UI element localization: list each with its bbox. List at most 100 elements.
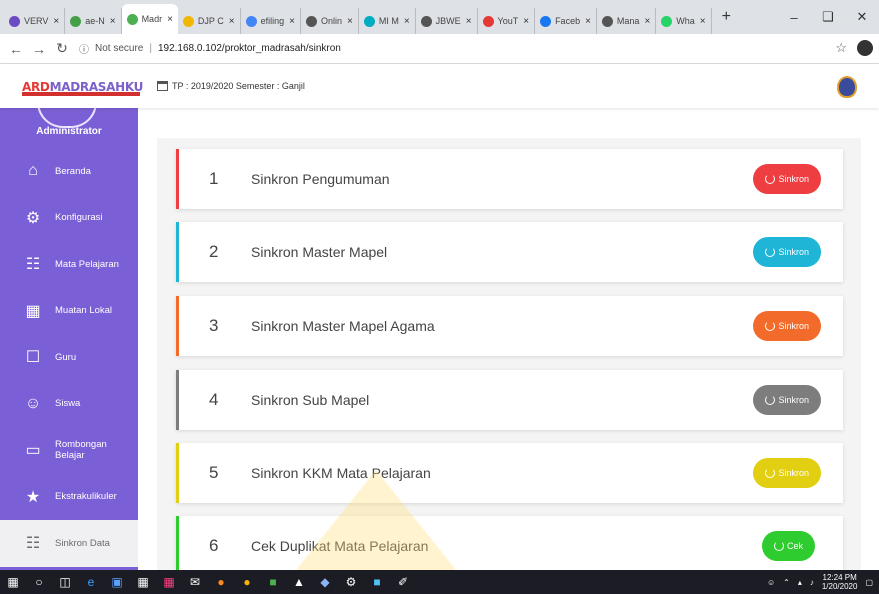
tab-close-icon[interactable]: × bbox=[404, 16, 410, 27]
favicon-icon bbox=[601, 15, 613, 27]
favicon-icon bbox=[420, 15, 432, 27]
sidebar-item[interactable]: ▦ Muatan Lokal bbox=[0, 288, 138, 335]
tab-close-icon[interactable]: × bbox=[289, 16, 295, 27]
sidebar-item[interactable]: ▭ Rombongan Belajar bbox=[0, 427, 138, 474]
browser-tab[interactable]: ae-N × bbox=[65, 8, 122, 34]
browser-tab[interactable]: DJP C × bbox=[178, 8, 241, 34]
restore-icon[interactable]: ❏ bbox=[811, 9, 845, 25]
network-icon[interactable]: ▴ bbox=[798, 578, 802, 587]
windows-start-icon[interactable]: ▦ bbox=[0, 570, 26, 594]
sync-button[interactable]: Sinkron bbox=[753, 385, 821, 415]
tray-chevron-icon[interactable]: ⌃ bbox=[783, 578, 790, 587]
notification-icon[interactable]: ▢ bbox=[865, 578, 873, 587]
favicon-icon bbox=[70, 15, 82, 27]
academic-year-info: TP : 2019/2020 Semester : Ganjil bbox=[157, 81, 305, 91]
bookmark-star-icon[interactable]: ☆ bbox=[835, 40, 847, 56]
browser-tab[interactable]: MI M × bbox=[359, 8, 416, 34]
browser-tab[interactable]: Mana × bbox=[597, 8, 657, 34]
app-logo[interactable]: ARDMADRASAHKU bbox=[22, 78, 143, 96]
browser-tab[interactable]: Onlin × bbox=[301, 8, 359, 34]
paint-app-icon[interactable]: ✐ bbox=[390, 570, 416, 594]
sync-button[interactable]: Sinkron bbox=[753, 458, 821, 488]
settings-gear-icon[interactable]: ⚙ bbox=[338, 570, 364, 594]
teacher-icon: ☐ bbox=[25, 349, 41, 367]
sync-item-title: Sinkron Master Mapel Agama bbox=[251, 318, 435, 334]
tab-close-icon[interactable]: × bbox=[466, 16, 472, 27]
sidebar-item[interactable]: ☷ Mata Pelajaran bbox=[0, 241, 138, 288]
store-icon[interactable]: ▦ bbox=[130, 570, 156, 594]
institution-emblem-icon[interactable] bbox=[837, 76, 857, 98]
task-view-icon[interactable]: ◫ bbox=[52, 570, 78, 594]
refresh-icon bbox=[765, 395, 776, 405]
media-app-icon[interactable]: ■ bbox=[364, 570, 390, 594]
sync-button[interactable]: Sinkron bbox=[753, 311, 821, 341]
photos-icon[interactable]: ▲ bbox=[286, 570, 312, 594]
browser-tab[interactable]: Wha × bbox=[656, 8, 712, 34]
browser-tab[interactable]: JBWE × bbox=[416, 8, 478, 34]
new-tab-button[interactable]: + bbox=[712, 8, 741, 26]
tab-close-icon[interactable]: × bbox=[110, 16, 116, 27]
sidebar-item-text: Siswa bbox=[55, 398, 81, 410]
mail-icon[interactable]: ✉ bbox=[182, 570, 208, 594]
browser-tab[interactable]: Madr × bbox=[121, 4, 178, 34]
sync-item: 5 Sinkron KKM Mata Pelajaran Sinkron bbox=[176, 443, 843, 503]
sidebar-item-label: Ekstrakulikuler bbox=[55, 491, 117, 502]
tab-close-icon[interactable]: × bbox=[523, 16, 529, 27]
minimize-icon[interactable]: – bbox=[777, 10, 811, 25]
app-header: ARDMADRASAHKU TP : 2019/2020 Semester : … bbox=[0, 64, 879, 108]
sidebar-item[interactable]: ☷ Sinkron Data bbox=[0, 520, 138, 567]
firefox-icon[interactable]: ● bbox=[208, 570, 234, 594]
sidebar-item-label: Sinkron Data bbox=[55, 538, 110, 549]
url-field[interactable]: ⓘ Not secure | 192.168.0.102/proktor_mad… bbox=[79, 41, 341, 56]
sidebar-item-label: Konfigurasi bbox=[55, 212, 103, 223]
desktop-icon[interactable]: ▣ bbox=[104, 570, 130, 594]
tab-close-icon[interactable]: × bbox=[229, 16, 235, 27]
notes-app-icon[interactable]: ■ bbox=[260, 570, 286, 594]
tab-close-icon[interactable]: × bbox=[167, 14, 173, 25]
sync-button[interactable]: Cek bbox=[761, 531, 815, 561]
tab-label: Madr bbox=[141, 14, 163, 24]
browser-tab[interactable]: YouT × bbox=[478, 8, 536, 34]
back-arrow-icon[interactable]: ← bbox=[9, 41, 23, 57]
shield-app-icon[interactable]: ◆ bbox=[312, 570, 338, 594]
forward-arrow-icon[interactable]: → bbox=[32, 41, 46, 57]
search-icon[interactable]: ○ bbox=[26, 570, 52, 594]
app-grid-icon[interactable]: ▦ bbox=[156, 570, 182, 594]
sidebar-item[interactable]: ⚙ Konfigurasi bbox=[0, 195, 138, 242]
tab-close-icon[interactable]: × bbox=[644, 16, 650, 27]
favicon-icon bbox=[182, 15, 194, 27]
chrome-icon[interactable]: ● bbox=[234, 570, 260, 594]
tab-close-icon[interactable]: × bbox=[700, 16, 706, 27]
browser-tab[interactable]: Faceb × bbox=[535, 8, 597, 34]
extension-icon[interactable] bbox=[857, 40, 873, 56]
windows-taskbar: ▦ ○ ◫ e ▣ ▦ ▦ ✉ ● ● ■ ▲ ◆ ⚙ ■ ✐ ☺ ⌃ ▴ ♪ … bbox=[0, 570, 879, 594]
reload-icon[interactable]: ↻ bbox=[55, 40, 69, 57]
close-window-icon[interactable]: ✕ bbox=[845, 9, 879, 25]
sidebar-item[interactable]: ★ Ekstrakulikuler bbox=[0, 474, 138, 521]
people-icon[interactable]: ☺ bbox=[767, 578, 775, 587]
sidebar-item-label: Guru bbox=[55, 352, 76, 363]
taskbar-clock[interactable]: 12:24 PM 1/20/2020 bbox=[822, 573, 858, 591]
volume-icon[interactable]: ♪ bbox=[810, 578, 814, 587]
tab-close-icon[interactable]: × bbox=[53, 16, 59, 27]
sidebar-item-label: Mata Pelajaran bbox=[55, 259, 119, 270]
sidebar-item[interactable]: ☺ Siswa bbox=[0, 381, 138, 428]
edge-browser-icon[interactable]: e bbox=[78, 570, 104, 594]
refresh-icon bbox=[765, 468, 776, 478]
sync-item-title: Cek Duplikat Mata Pelajaran bbox=[251, 538, 429, 554]
browser-tab[interactable]: efiling × bbox=[241, 8, 301, 34]
sidebar-item[interactable]: ☐ Guru bbox=[0, 334, 138, 381]
sync-button[interactable]: Sinkron bbox=[753, 164, 821, 194]
sidebar-item-text: Rombongan bbox=[55, 439, 107, 451]
favicon-icon bbox=[540, 15, 552, 27]
tab-label: DJP C bbox=[197, 16, 224, 26]
tab-close-icon[interactable]: × bbox=[585, 16, 591, 27]
url-text[interactable]: 192.168.0.102/proktor_madrasah/sinkron bbox=[158, 43, 341, 54]
sidebar-item[interactable]: ⌂ Beranda bbox=[0, 148, 138, 195]
tab-close-icon[interactable]: × bbox=[347, 16, 353, 27]
security-label: Not secure bbox=[95, 43, 144, 54]
tab-label: MI M bbox=[378, 16, 399, 26]
sync-button[interactable]: Sinkron bbox=[753, 237, 821, 267]
browser-tab[interactable]: VERV × bbox=[4, 8, 66, 34]
info-icon[interactable]: ⓘ bbox=[79, 41, 89, 56]
